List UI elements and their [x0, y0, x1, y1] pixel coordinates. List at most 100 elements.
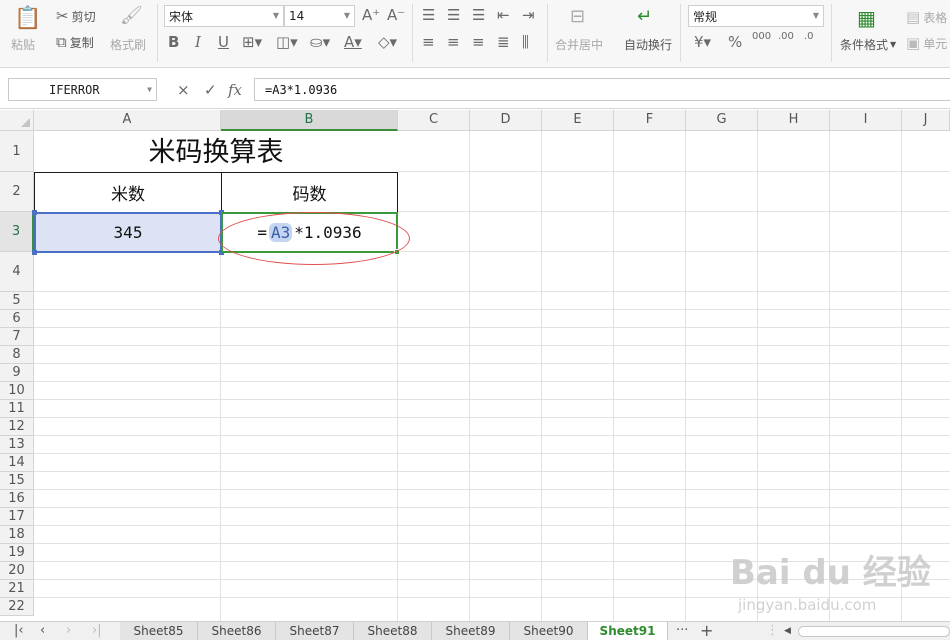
fill-handle[interactable] [394, 249, 400, 255]
column-header-d[interactable]: D [470, 110, 542, 131]
number-format-select[interactable]: 常规 ▼ [688, 5, 824, 27]
cell-a3-reference-highlight[interactable]: 345 [34, 212, 222, 253]
font-color-icon[interactable]: A▾ [344, 33, 362, 51]
copy-button[interactable]: ⧉ 复制 [56, 33, 94, 51]
italic-icon[interactable]: I [195, 33, 201, 51]
align-bottom-icon[interactable]: ☰ [472, 6, 485, 24]
conditional-format-button[interactable]: 条件格式 ▼ [840, 36, 896, 53]
row-header-3[interactable]: 3 [0, 212, 34, 252]
decrease-decimal-icon[interactable]: .0 [804, 31, 814, 42]
sheet-tab-sheet89[interactable]: Sheet89 [432, 622, 510, 640]
indent-increase-icon[interactable]: ⇥ [522, 6, 535, 24]
row-header-16[interactable]: 16 [0, 490, 34, 508]
row-header-6[interactable]: 6 [0, 310, 34, 328]
row-header-21[interactable]: 21 [0, 580, 34, 598]
add-sheet-icon[interactable]: + [700, 621, 713, 640]
row-header-2[interactable]: 2 [0, 172, 34, 212]
bold-icon[interactable]: B [168, 33, 179, 51]
row-header-15[interactable]: 15 [0, 472, 34, 490]
column-header-j[interactable]: J [902, 110, 950, 131]
fill-color-icon[interactable]: ⛀▾ [310, 33, 330, 51]
more-sheets-icon[interactable]: ··· [676, 623, 688, 638]
increase-font-icon[interactable]: A⁺ [362, 6, 380, 24]
row-header-17[interactable]: 17 [0, 508, 34, 526]
row-header-13[interactable]: 13 [0, 436, 34, 454]
row-header-19[interactable]: 19 [0, 544, 34, 562]
merge-cells-icon[interactable]: ⊟ [570, 6, 585, 27]
table-style-button[interactable]: ▤ 表格 [906, 8, 947, 26]
column-header-b[interactable]: B [221, 110, 398, 131]
horizontal-scrollbar[interactable] [798, 626, 950, 637]
merge-center-button[interactable]: 合并居中 [555, 36, 603, 53]
row-header-11[interactable]: 11 [0, 400, 34, 418]
column-header-h[interactable]: H [758, 110, 830, 131]
align-left-icon[interactable]: ≡ [422, 33, 435, 51]
last-sheet-icon[interactable]: ›| [92, 623, 102, 638]
cell-a2[interactable]: 米数 [34, 172, 222, 213]
row-header-20[interactable]: 20 [0, 562, 34, 580]
column-header-f[interactable]: F [614, 110, 686, 131]
row-header-14[interactable]: 14 [0, 454, 34, 472]
cell-b3-editing[interactable]: = A3 *1.0936 [221, 212, 398, 253]
decrease-font-icon[interactable]: A⁻ [387, 6, 405, 24]
column-header-i[interactable]: I [830, 110, 902, 131]
column-header-a[interactable]: A [34, 110, 221, 131]
previous-sheet-icon[interactable]: ‹ [40, 623, 45, 638]
border-icon[interactable]: ⊞▾ [242, 33, 262, 51]
row-header-5[interactable]: 5 [0, 292, 34, 310]
format-painter-button[interactable]: 🖌 [120, 5, 143, 26]
column-header-e[interactable]: E [542, 110, 614, 131]
percent-icon[interactable]: % [728, 33, 742, 51]
select-all-corner[interactable] [0, 110, 34, 131]
cell-button[interactable]: ▣ 单元 [906, 34, 947, 52]
wrap-text-icon[interactable]: ↵ [637, 6, 652, 27]
font-size-select[interactable]: 14 ▼ [284, 5, 355, 27]
sheet-tab-sheet85[interactable]: Sheet85 [120, 622, 198, 640]
row-header-7[interactable]: 7 [0, 328, 34, 346]
align-center-icon[interactable]: ≡ [447, 33, 460, 51]
thousands-icon[interactable]: 000 [752, 31, 771, 42]
increase-decimal-icon[interactable]: .00 [778, 31, 794, 42]
font-name-select[interactable]: 宋体 ▼ [164, 5, 284, 27]
formula-input[interactable]: =A3*1.0936 [254, 78, 950, 101]
row-header-8[interactable]: 8 [0, 346, 34, 364]
sheet-tab-sheet90[interactable]: Sheet90 [510, 622, 588, 640]
scroll-left-icon[interactable]: ◀ [784, 626, 791, 636]
fill-shading-icon[interactable]: ◫▾ [276, 33, 298, 51]
resize-handle[interactable] [32, 250, 37, 255]
align-right-icon[interactable]: ≡ [472, 33, 485, 51]
align-top-icon[interactable]: ☰ [422, 6, 435, 24]
sheet-tab-sheet86[interactable]: Sheet86 [198, 622, 276, 640]
indent-decrease-icon[interactable]: ⇤ [497, 6, 510, 24]
eraser-icon[interactable]: ◇▾ [378, 33, 397, 51]
column-header-c[interactable]: C [398, 110, 470, 131]
cut-button[interactable]: ✂ 剪切 [56, 7, 96, 25]
row-header-22[interactable]: 22 [0, 598, 34, 616]
paste-button[interactable]: 📋 [14, 6, 41, 31]
confirm-icon[interactable]: ✓ [204, 81, 217, 99]
resize-handle[interactable] [32, 210, 37, 215]
conditional-format-icon[interactable]: ▦ [857, 6, 876, 30]
row-header-10[interactable]: 10 [0, 382, 34, 400]
name-box[interactable]: IFERROR ▼ [8, 78, 157, 101]
row-header-12[interactable]: 12 [0, 418, 34, 436]
row-header-4[interactable]: 4 [0, 252, 34, 292]
align-middle-icon[interactable]: ☰ [447, 6, 460, 24]
cell-b2[interactable]: 码数 [221, 172, 398, 213]
distribute-icon[interactable]: ⫼ [522, 33, 529, 51]
wrap-text-button[interactable]: 自动换行 [624, 36, 672, 53]
row-header-9[interactable]: 9 [0, 364, 34, 382]
justify-icon[interactable]: ≣ [497, 33, 510, 51]
sheet-tab-sheet87[interactable]: Sheet87 [276, 622, 354, 640]
row-header-18[interactable]: 18 [0, 526, 34, 544]
sheet-tab-sheet88[interactable]: Sheet88 [354, 622, 432, 640]
cancel-icon[interactable]: × [177, 81, 190, 99]
row-header-1[interactable]: 1 [0, 131, 34, 172]
underline-icon[interactable]: U [218, 33, 229, 51]
column-header-g[interactable]: G [686, 110, 758, 131]
next-sheet-icon[interactable]: › [66, 623, 71, 638]
first-sheet-icon[interactable]: |‹ [14, 623, 24, 638]
sheet-tab-sheet91[interactable]: Sheet91 [588, 622, 668, 640]
insert-function-icon[interactable]: fx [228, 81, 242, 99]
currency-icon[interactable]: ¥▾ [694, 33, 711, 51]
